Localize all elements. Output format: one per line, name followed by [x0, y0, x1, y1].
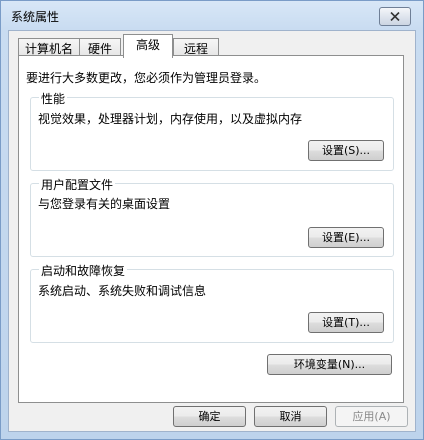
tab-label: 远程 — [183, 42, 208, 56]
apply-button[interactable]: 应用(A) — [335, 406, 408, 427]
title-bar[interactable]: 系统属性 — [1, 1, 423, 29]
startup-recovery-settings-button[interactable]: 设置(T)... — [308, 312, 384, 333]
user-profiles-label: 用户配置文件 — [39, 176, 116, 193]
window-title: 系统属性 — [11, 10, 60, 24]
performance-description: 视觉效果，处理器计划，内存使用，以及虚拟内存 — [38, 112, 303, 126]
performance-label: 性能 — [39, 90, 68, 107]
close-icon — [390, 12, 400, 21]
cancel-button[interactable]: 取消 — [254, 406, 327, 427]
startup-recovery-label: 启动和故障恢复 — [39, 262, 128, 279]
user-profiles-settings-button[interactable]: 设置(E)... — [308, 227, 384, 248]
close-button[interactable] — [379, 7, 411, 26]
environment-variables-button[interactable]: 环境变量(N)... — [267, 354, 392, 375]
ok-button[interactable]: 确定 — [173, 406, 246, 427]
performance-settings-button[interactable]: 设置(S)... — [308, 140, 384, 161]
tab-advanced[interactable]: 高级 — [123, 34, 173, 58]
admin-notice: 要进行大多数更改，您必须作为管理员登录。 — [26, 71, 267, 85]
tab-label: 高级 — [135, 38, 160, 52]
tab-label: 硬件 — [87, 42, 112, 56]
system-properties-window: 系统属性 计算机名 硬件 高级 远程 要进行大多数更改，您必须作为管理员登录。 … — [0, 0, 424, 440]
user-profiles-description: 与您登录有关的桌面设置 — [38, 197, 171, 211]
startup-recovery-description: 系统启动、系统失败和调试信息 — [38, 284, 207, 298]
tab-label: 计算机名 — [24, 42, 73, 56]
